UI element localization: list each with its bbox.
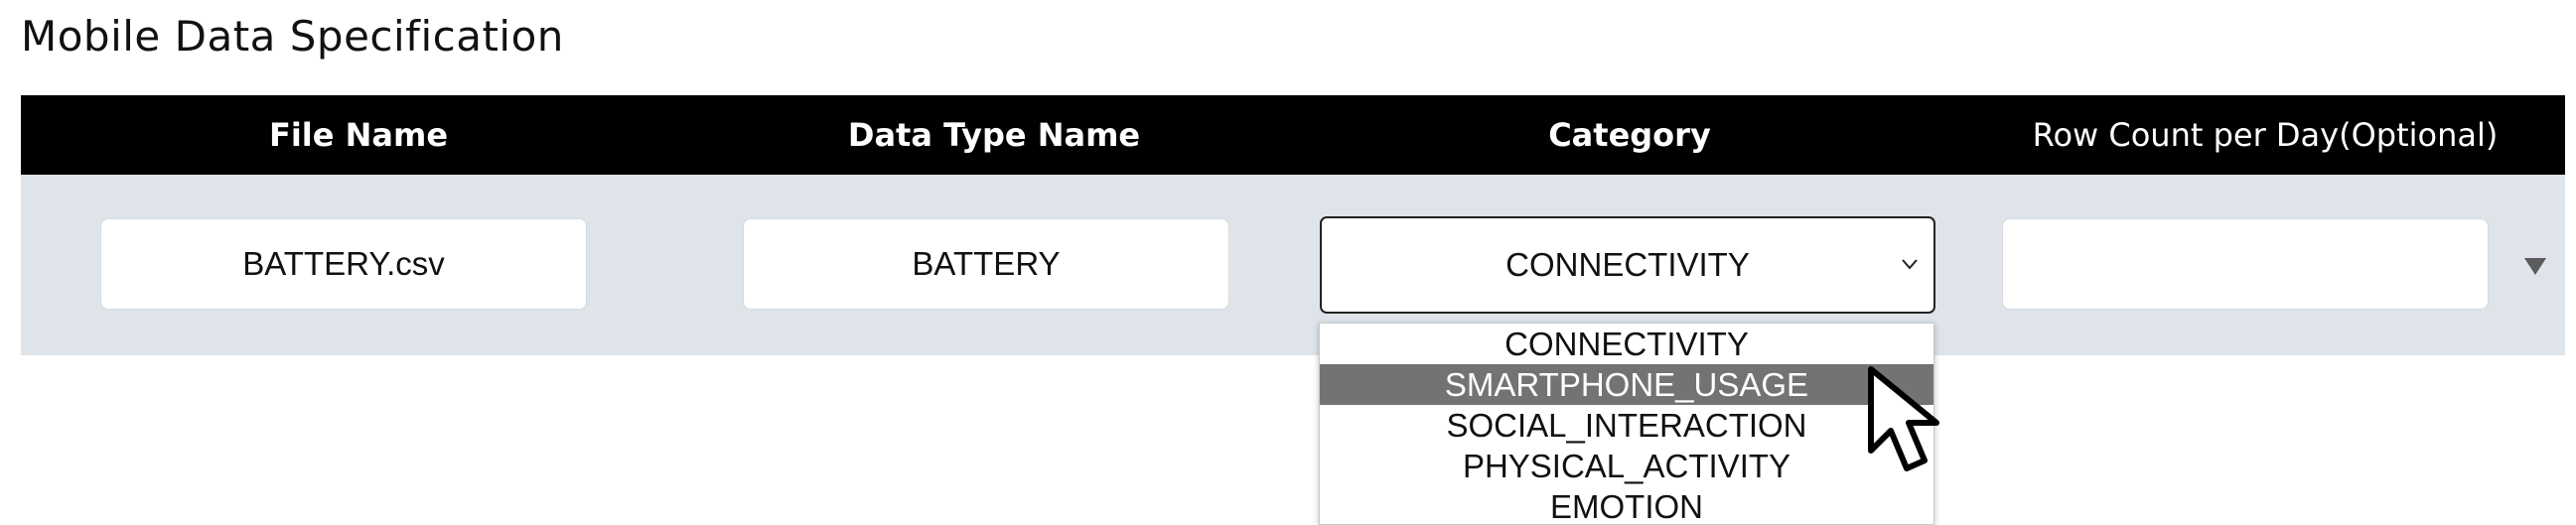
table-header: File Name Data Type Name Category Row Co…	[21, 95, 2565, 175]
data-type-name-field[interactable]: BATTERY	[743, 218, 1229, 310]
mouse-cursor-icon	[1868, 366, 1939, 471]
category-dropdown-list: CONNECTIVITY SMARTPHONE_USAGE SOCIAL_INT…	[1319, 323, 1934, 525]
header-data-type-name: Data Type Name	[847, 116, 1141, 154]
table-row: BATTERY.csv BATTERY CONNECTIVITY	[21, 175, 2565, 355]
category-select-value: CONNECTIVITY	[1505, 246, 1750, 283]
row-count-field[interactable]	[2002, 218, 2489, 310]
option-physical-activity[interactable]: PHYSICAL_ACTIVITY	[1320, 446, 1933, 486]
option-connectivity[interactable]: CONNECTIVITY	[1320, 324, 1933, 364]
option-emotion[interactable]: EMOTION	[1320, 486, 1933, 524]
option-social-interaction[interactable]: SOCIAL_INTERACTION	[1320, 405, 1933, 446]
page: Mobile Data Specification File Name Data…	[0, 0, 2576, 525]
category-select[interactable]: CONNECTIVITY	[1320, 216, 1935, 314]
file-name-field[interactable]: BATTERY.csv	[100, 218, 587, 310]
header-category: Category	[1548, 116, 1711, 154]
header-file-name: File Name	[268, 116, 449, 154]
option-smartphone-usage[interactable]: SMARTPHONE_USAGE	[1320, 364, 1933, 405]
page-title: Mobile Data Specification	[21, 12, 564, 61]
chevron-down-icon	[1902, 259, 1918, 270]
triangle-down-icon[interactable]	[2523, 256, 2547, 276]
header-row-count: Row Count per Day(Optional)	[2032, 116, 2499, 154]
